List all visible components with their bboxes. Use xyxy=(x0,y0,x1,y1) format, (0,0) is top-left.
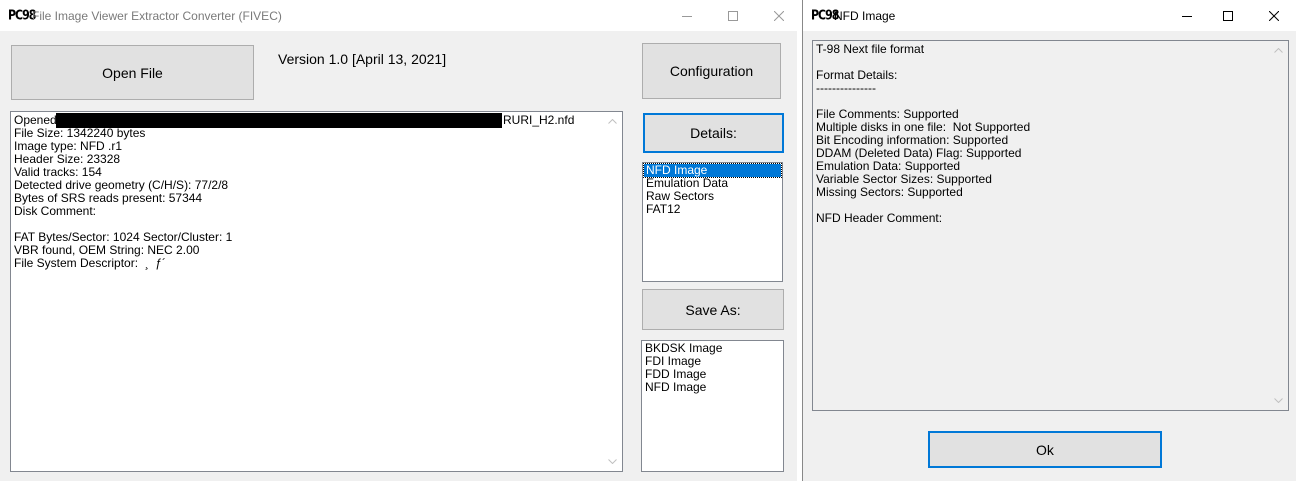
format-detail-line: NFD Header Comment: xyxy=(816,211,943,225)
info-line: Disk Comment: xyxy=(14,204,97,218)
info-line: Header Size: 23328 xyxy=(14,152,121,166)
format-detail-line: T-98 Next file format xyxy=(816,42,925,56)
dialog-minimize-button[interactable] xyxy=(1164,0,1210,31)
dialog-scrollbar[interactable] xyxy=(1270,42,1287,409)
format-details-textarea[interactable]: T-98 Next file format Format Details: ----… xyxy=(812,40,1289,411)
save-format-listbox[interactable]: BKDSK Image FDI Image FDD Image NFD Image xyxy=(641,340,784,472)
close-button[interactable] xyxy=(756,0,802,31)
details-button[interactable]: Details: xyxy=(643,113,784,153)
info-text: Opened: File Size: 1342240 bytes Image typ… xyxy=(14,114,619,270)
save-as-button[interactable]: Save As: xyxy=(642,289,784,330)
close-icon xyxy=(774,10,784,21)
maximize-icon xyxy=(1223,10,1233,21)
maximize-icon xyxy=(728,10,738,21)
info-scrollbar[interactable] xyxy=(604,113,621,470)
redacted-path xyxy=(56,113,502,128)
info-line: File System Descriptor: ¸ ƒ´ xyxy=(14,256,167,270)
configuration-button[interactable]: Configuration xyxy=(642,43,781,99)
save-format-list-item[interactable]: NFD Image xyxy=(643,381,782,394)
nfd-dialog: PC98 NFD Image T-98 Next file format Form… xyxy=(802,0,1296,481)
opened-filename: RURI_H2.nfd xyxy=(503,113,575,127)
dialog-maximize-button[interactable] xyxy=(1205,0,1251,31)
minimize-button[interactable] xyxy=(664,0,710,31)
minimize-icon xyxy=(1182,15,1192,17)
scroll-down-arrow-icon[interactable] xyxy=(1270,392,1287,409)
ok-button[interactable]: Ok xyxy=(928,431,1162,468)
info-line: Bytes of SRS reads present: 57344 xyxy=(14,191,203,205)
maximize-button[interactable] xyxy=(710,0,756,31)
close-icon xyxy=(1269,10,1279,21)
format-detail-line: Format Details: xyxy=(816,68,898,82)
main-window: PC98 File Image Viewer Extractor Convert… xyxy=(0,0,797,481)
version-label: Version 1.0 [April 13, 2021] xyxy=(278,51,447,67)
format-detail-line: --------------- xyxy=(816,81,876,95)
info-textarea[interactable]: Opened: File Size: 1342240 bytes Image typ… xyxy=(10,111,623,472)
format-details-text: T-98 Next file format Format Details: ----… xyxy=(816,43,1285,225)
dialog-close-button[interactable] xyxy=(1251,0,1296,31)
window-title: File Image Viewer Extractor Converter (F… xyxy=(32,9,282,23)
format-detail-line: Missing Sectors: Supported xyxy=(816,185,963,199)
dialog-title: NFD Image xyxy=(834,9,896,23)
details-listbox[interactable]: NFD Image Emulation Data Raw Sectors FAT12 xyxy=(642,162,783,282)
scroll-down-arrow-icon[interactable] xyxy=(604,453,621,470)
open-file-button[interactable]: Open File xyxy=(11,45,254,100)
details-list-item[interactable]: FAT12 xyxy=(644,203,781,216)
dialog-titlebar[interactable]: PC98 NFD Image xyxy=(803,0,1296,31)
scroll-up-arrow-icon[interactable] xyxy=(604,113,621,130)
main-titlebar[interactable]: PC98 File Image Viewer Extractor Convert… xyxy=(0,0,797,31)
minimize-icon xyxy=(682,15,692,17)
scroll-up-arrow-icon[interactable] xyxy=(1270,42,1287,59)
